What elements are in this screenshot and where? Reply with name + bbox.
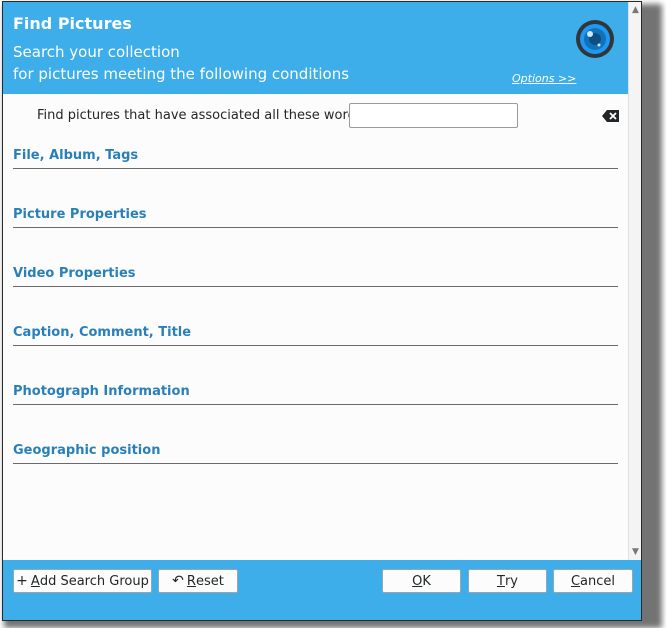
undo-icon: ↶ <box>172 573 184 589</box>
section-title[interactable]: Photograph Information <box>13 384 190 399</box>
dialog-title: Find Pictures <box>13 14 132 33</box>
add-group-mnemonic: A <box>30 573 40 589</box>
dialog-subtitle-line2: for pictures meeting the following condi… <box>13 65 350 83</box>
camera-lens-icon <box>576 20 614 58</box>
section-title[interactable]: File, Album, Tags <box>13 148 138 163</box>
scroll-down-arrow-icon[interactable]: ▼ <box>629 546 641 558</box>
cancel-label: ancel <box>580 573 616 589</box>
cancel-mnemonic: C <box>570 573 581 589</box>
cancel-button[interactable]: Cancel <box>553 569 633 593</box>
scroll-up-arrow-icon[interactable]: ▲ <box>629 4 641 16</box>
clear-text-icon[interactable] <box>602 109 620 123</box>
section-title[interactable]: Picture Properties <box>13 207 147 222</box>
plus-icon: + <box>16 573 28 589</box>
dialog-subtitle-line1: Search your collection <box>13 43 180 61</box>
vertical-scrollbar[interactable]: ▲ ▼ <box>628 2 641 560</box>
section-video-properties: Video Properties <box>13 266 618 287</box>
section-caption-comment-title: Caption, Comment, Title <box>13 325 618 346</box>
keywords-input[interactable] <box>349 103 518 128</box>
section-geographic-position: Geographic position <box>13 443 618 464</box>
ok-label: K <box>422 573 431 589</box>
try-label: ry <box>504 573 518 589</box>
ok-button[interactable]: OK <box>382 569 461 593</box>
reset-mnemonic: R <box>186 573 196 589</box>
section-title[interactable]: Geographic position <box>13 443 160 458</box>
dialog-header: Find Pictures Search your collection for… <box>3 2 628 94</box>
options-link[interactable]: Options >> <box>512 72 576 85</box>
section-title[interactable]: Video Properties <box>13 266 136 281</box>
add-group-label: dd Search Group <box>39 573 149 589</box>
add-search-group-button[interactable]: + Add Search Group <box>13 569 152 593</box>
reset-label: eset <box>195 573 224 589</box>
section-title[interactable]: Caption, Comment, Title <box>13 325 191 340</box>
keywords-label: Find pictures that have associated all t… <box>37 108 367 123</box>
dialog-footer: + Add Search Group ↶ Reset OK Try Cancel <box>3 560 641 620</box>
try-mnemonic: T <box>497 573 505 589</box>
section-photograph-information: Photograph Information <box>13 384 618 405</box>
section-picture-properties: Picture Properties <box>13 207 618 228</box>
try-button[interactable]: Try <box>468 569 547 593</box>
section-file-album-tags: File, Album, Tags <box>13 148 618 169</box>
reset-button[interactable]: ↶ Reset <box>158 569 238 593</box>
find-pictures-dialog: Find Pictures Search your collection for… <box>2 1 642 621</box>
ok-mnemonic: O <box>412 573 423 589</box>
